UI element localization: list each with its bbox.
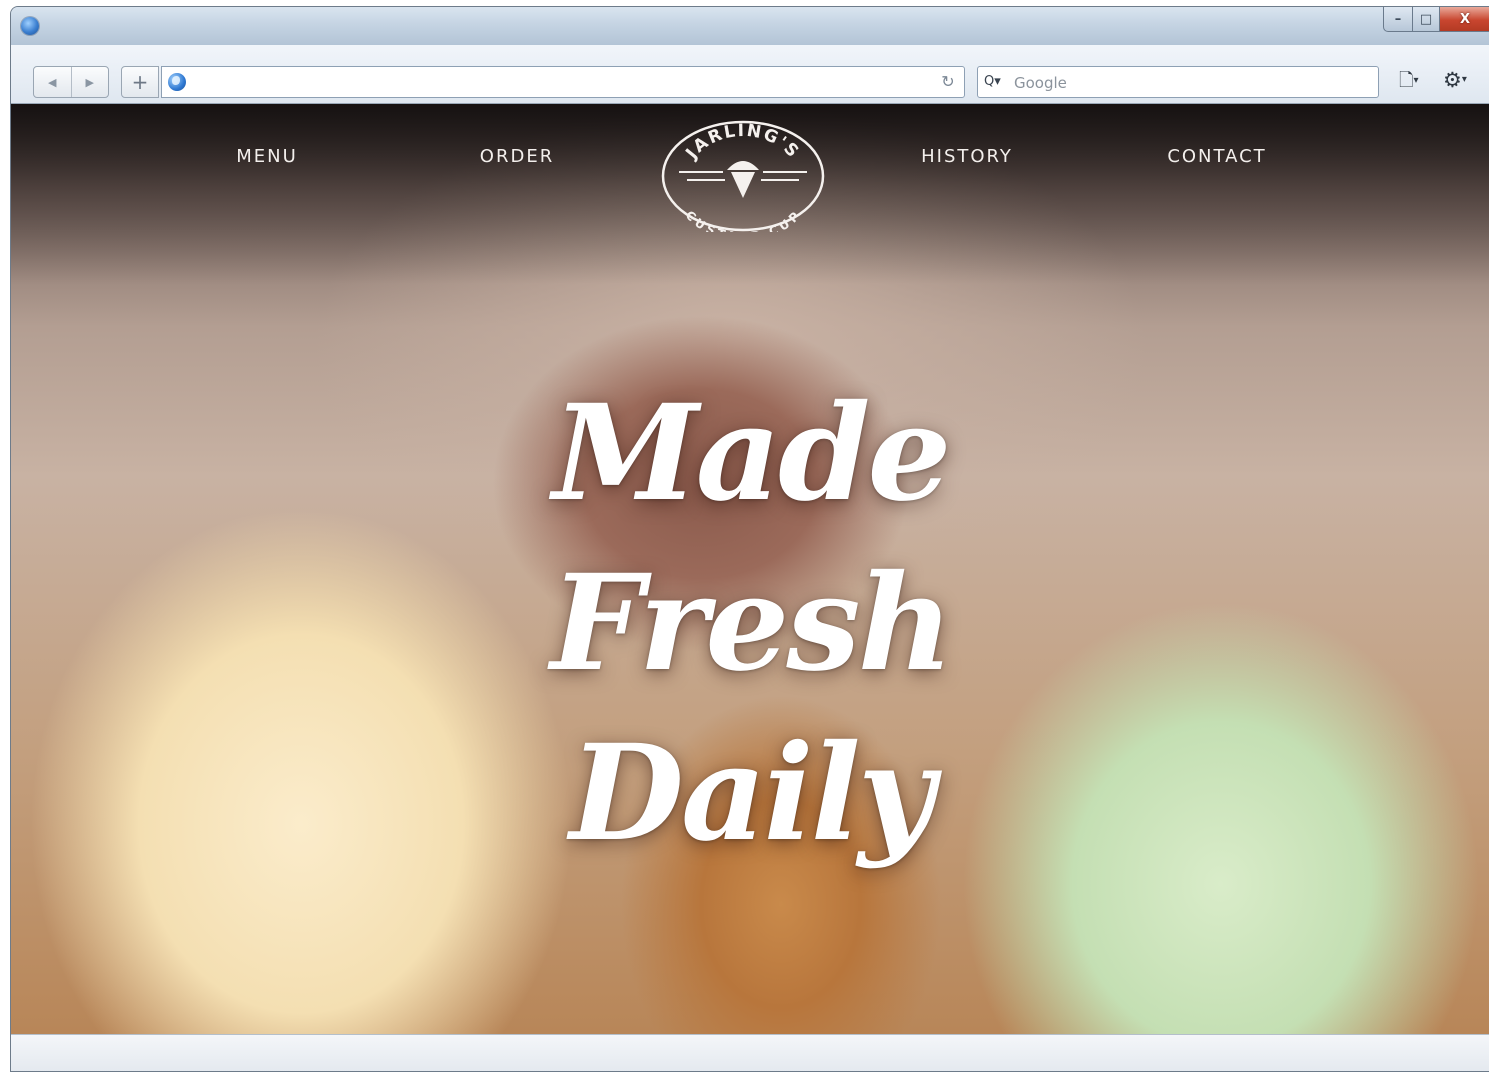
browser-window: – □ X ◀ ▶ + ↻ Q▾ 🗋▾ ⚙▾ <box>10 6 1489 1072</box>
browser-toolbar: ◀ ▶ + ↻ Q▾ 🗋▾ ⚙▾ <box>11 45 1489 104</box>
new-tab-button[interactable]: + <box>121 66 159 98</box>
history-nav-group: ◀ ▶ <box>33 66 109 98</box>
maximize-button[interactable]: □ <box>1413 7 1440 32</box>
logo-top-text: JARLING'S <box>681 121 803 164</box>
site-logo[interactable]: JARLING'S CUSTARD CUP <box>661 120 825 232</box>
globe-icon <box>168 73 186 91</box>
browser-logo-icon <box>21 17 39 35</box>
search-icon[interactable]: Q▾ <box>984 71 1008 93</box>
tools-menu-caret-icon: ▾ <box>1461 74 1467 85</box>
tools-menu-icon[interactable]: ⚙▾ <box>1443 67 1483 93</box>
forward-button[interactable]: ▶ <box>70 67 109 97</box>
close-button[interactable]: X <box>1440 7 1489 32</box>
hero-line-1: Made <box>552 376 952 531</box>
hero-headline: Made Fresh Daily <box>11 369 1489 879</box>
ice-cream-cone-icon <box>727 161 759 198</box>
nav-link-history[interactable]: HISTORY <box>921 146 1013 167</box>
plus-icon: + <box>131 70 149 94</box>
back-arrow-icon: ◀ <box>48 75 57 89</box>
nav-link-order[interactable]: ORDER <box>480 146 554 167</box>
nav-link-menu[interactable]: MENU <box>236 146 298 167</box>
minimize-button[interactable]: – <box>1383 7 1413 32</box>
hero-line-3: Daily <box>569 716 935 871</box>
address-bar[interactable]: ↻ <box>161 66 965 98</box>
back-button[interactable]: ◀ <box>34 67 71 97</box>
nav-link-contact[interactable]: CONTACT <box>1167 146 1266 167</box>
window-controls: – □ X <box>1383 7 1489 33</box>
page-icon: 🗋 <box>1399 70 1414 91</box>
page-menu-caret-icon: ▾ <box>1413 75 1419 86</box>
hero-line-2: Fresh <box>550 546 953 701</box>
search-input[interactable] <box>1012 67 1366 99</box>
logo-bottom-text: CUSTARD CUP <box>683 208 804 232</box>
gear-icon: ⚙ <box>1443 68 1462 92</box>
title-bar: – □ X <box>11 7 1489 45</box>
search-box[interactable]: Q▾ <box>977 66 1379 99</box>
status-bar <box>11 1034 1489 1071</box>
reload-icon[interactable]: ↻ <box>938 72 958 92</box>
forward-arrow-icon: ▶ <box>85 75 94 89</box>
page-menu-icon[interactable]: 🗋▾ <box>1399 69 1429 93</box>
page-viewport: MENU ORDER JARLING'S CUSTARD CUP <box>11 104 1489 1034</box>
